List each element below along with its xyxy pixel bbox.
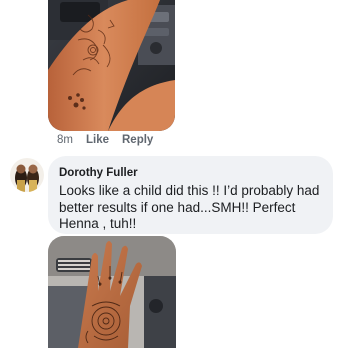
comment-author-name[interactable]: Dorothy Fuller — [59, 166, 322, 180]
comment-bubble: Dorothy Fuller Looks like a child did th… — [48, 156, 333, 234]
avatar[interactable] — [10, 158, 44, 192]
comment-meta-row: 8m Like Reply — [57, 134, 153, 147]
reply-button[interactable]: Reply — [122, 134, 153, 147]
comment-photo-arm-henna[interactable] — [48, 0, 175, 131]
comment-timestamp: 8m — [57, 134, 73, 146]
like-button[interactable]: Like — [86, 134, 109, 147]
comment-photo-hand-henna[interactable] — [48, 236, 176, 348]
comment-thread: 8m Like Reply Dorothy Fuller Looks like … — [0, 0, 348, 348]
comment-text: Looks like a child did this !! I’d proba… — [59, 183, 324, 231]
